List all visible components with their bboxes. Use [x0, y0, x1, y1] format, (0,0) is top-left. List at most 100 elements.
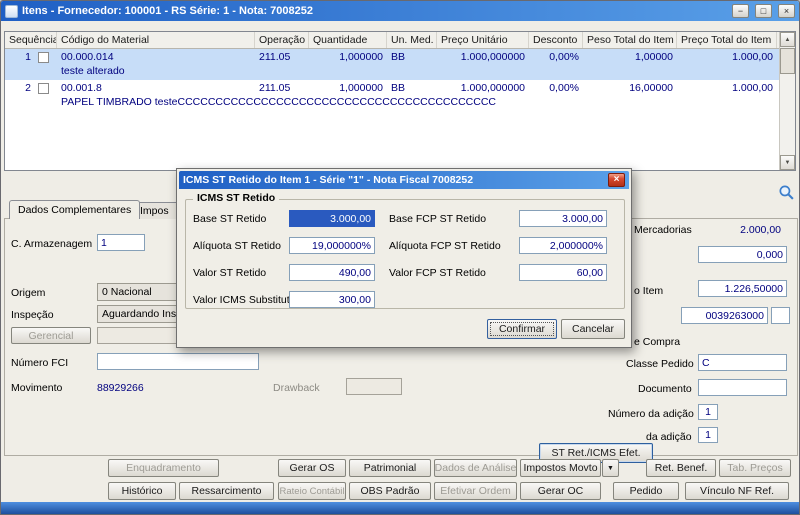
aliquota-fcp-st-retido-input[interactable]: 2,000000% [519, 237, 607, 254]
movimento-label: Movimento [11, 382, 63, 394]
gerar-oc-button[interactable]: Gerar OC [520, 482, 601, 500]
dialog-title: ICMS ST Retido do Item 1 - Série "1" - N… [183, 174, 474, 186]
maximize-button[interactable]: □ [755, 4, 772, 18]
drawback-label: Drawback [273, 382, 320, 394]
column-header-preco-unitario[interactable]: Preço Unitário [437, 32, 529, 48]
column-header-quantidade[interactable]: Quantidade [309, 32, 387, 48]
window-titlebar[interactable]: Itens - Fornecedor: 100001 - RS Série: 1… [1, 1, 799, 21]
maximize-icon: □ [760, 5, 767, 16]
close-button[interactable]: × [778, 4, 795, 18]
inspecao-label: Inspeção [11, 309, 54, 321]
cell-codigo: 00.001.8 [61, 82, 102, 94]
rateio-contabil-button: Rateio Contábil [278, 482, 346, 500]
movimento-value: 88929266 [97, 382, 144, 394]
cell-desconto: 0,00% [549, 82, 579, 94]
cell-quantidade: 1,000000 [339, 82, 383, 94]
mercadorias-value: 2.000,00 [740, 224, 781, 236]
cell-descricao: PAPEL TIMBRADO testeCCCCCCCCCCCCCCCCCCCC… [61, 96, 496, 108]
impostos-movto-dropdown-button[interactable]: ▼ [602, 459, 619, 477]
cell-preco-total: 1.000,00 [732, 51, 773, 63]
base-fcp-st-retido-input[interactable]: 3.000,00 [519, 210, 607, 227]
documento-label: Documento [638, 383, 692, 395]
grid-scrollbar[interactable]: ▲ ▼ [779, 32, 795, 170]
confirmar-button[interactable]: Confirmar [487, 319, 557, 339]
valor-icms-substituto-input[interactable]: 300,00 [289, 291, 375, 308]
codigo-sufixo-input[interactable] [771, 307, 790, 324]
dados-de-analise-button: Dados de Análise [434, 459, 517, 477]
dialog-close-icon: × [613, 174, 620, 185]
numero-adicao-input[interactable]: 1 [698, 404, 718, 420]
cell-preco-unitario: 1.000,000000 [460, 82, 525, 94]
aliquota-fcp-st-retido-label: Alíquota FCP ST Retido [389, 240, 501, 252]
column-header-peso-total[interactable]: Peso Total do Item [583, 32, 677, 48]
cell-operacao: 211.05 [259, 82, 291, 94]
zoom-icon[interactable] [778, 184, 795, 201]
tab-dados-complementares[interactable]: Dados Complementares [9, 200, 141, 219]
valor-fcp-st-retido-label: Valor FCP ST Retido [389, 267, 486, 279]
icms-st-retido-dialog: ICMS ST Retido do Item 1 - Série "1" - N… [176, 168, 632, 348]
base-fcp-st-retido-label: Base FCP ST Retido [389, 213, 487, 225]
patrimonial-button[interactable]: Patrimonial [349, 459, 431, 477]
documento-input[interactable] [698, 379, 787, 396]
column-header-unmed[interactable]: Un. Med. [387, 32, 437, 48]
ressarcimento-button[interactable]: Ressarcimento [179, 482, 274, 500]
numero-fci-input[interactable] [97, 353, 259, 370]
cell-peso-total: 1,00000 [635, 51, 673, 63]
seq-adicao-input[interactable]: 1 [698, 427, 718, 443]
dialog-close-button[interactable]: × [608, 173, 625, 187]
minimize-button[interactable]: − [732, 4, 749, 18]
minimize-icon: − [737, 5, 744, 16]
tab-precos-button: Tab. Preços [719, 459, 791, 477]
cancelar-button[interactable]: Cancelar [561, 319, 625, 339]
numero-fci-label: Número FCI [11, 357, 69, 369]
column-header-sequencia[interactable]: Sequência [5, 32, 57, 48]
scrollbar-thumb[interactable] [780, 48, 795, 74]
scroll-up-button[interactable]: ▲ [780, 32, 795, 47]
valor-st-retido-input[interactable]: 490,00 [289, 264, 375, 281]
column-header-preco-total[interactable]: Preço Total do Item [677, 32, 777, 48]
items-grid: Sequência Código do Material Operação Qu… [4, 31, 796, 171]
cell-codigo: 00.000.014 [61, 51, 114, 63]
table-row[interactable]: 1 00.000.014 211.05 1,000000 BB 1.000,00… [5, 49, 779, 80]
cell-desconto: 0,00% [549, 51, 579, 63]
historico-button[interactable]: Histórico [108, 482, 176, 500]
classe-pedido-label: Classe Pedido [626, 358, 694, 370]
armazenagem-input[interactable]: 1 [97, 234, 145, 251]
scroll-down-icon: ▼ [784, 159, 791, 166]
item-input[interactable]: 1.226,50000 [698, 280, 787, 297]
dialog-titlebar[interactable]: ICMS ST Retido do Item 1 - Série "1" - N… [179, 171, 629, 189]
row-checkbox[interactable] [38, 82, 49, 94]
valor-fcp-st-retido-input[interactable]: 60,00 [519, 264, 607, 281]
origem-label: Origem [11, 287, 46, 299]
row-checkbox[interactable] [38, 51, 49, 63]
grid-body: Sequência Código do Material Operação Qu… [5, 32, 779, 170]
window-title: Itens - Fornecedor: 100001 - RS Série: 1… [22, 5, 314, 17]
classe-pedido-input[interactable]: C [698, 354, 787, 371]
valor2-input[interactable]: 0,000 [698, 246, 787, 263]
codigo-input[interactable]: 0039263000 [681, 307, 768, 324]
cell-operacao: 211.05 [259, 51, 291, 63]
app-window: Itens - Fornecedor: 100001 - RS Série: 1… [0, 0, 800, 515]
column-header-operacao[interactable]: Operação [255, 32, 309, 48]
ret-benef-button[interactable]: Ret. Benef. [646, 459, 716, 477]
column-header-codigo[interactable]: Código do Material [57, 32, 255, 48]
table-row[interactable]: 2 00.001.8 211.05 1,000000 BB 1.000,0000… [5, 80, 779, 111]
drawback-input [346, 378, 402, 395]
base-st-retido-label: Base ST Retido [193, 213, 267, 225]
compra-label: e Compra [634, 336, 681, 348]
base-st-retido-input[interactable]: 3.000,00 [289, 210, 375, 227]
pedido-button[interactable]: Pedido [613, 482, 679, 500]
armazenagem-label: C. Armazenagem [11, 238, 93, 250]
obs-padrao-button[interactable]: OBS Padrão [349, 482, 431, 500]
column-header-desconto[interactable]: Desconto [529, 32, 583, 48]
gerencial-button: Gerencial [11, 327, 91, 344]
item-label: o Item [634, 285, 664, 297]
groupbox-title: ICMS ST Retido [193, 192, 280, 204]
impostos-movto-button[interactable]: Impostos Movto [520, 459, 601, 477]
gerar-os-button[interactable]: Gerar OS [278, 459, 346, 477]
vinculo-nf-ref-button[interactable]: Vínculo NF Ref. [685, 482, 789, 500]
status-bar [1, 502, 799, 514]
scroll-down-button[interactable]: ▼ [780, 155, 795, 170]
aliquota-st-retido-input[interactable]: 19,000000% [289, 237, 375, 254]
aliquota-st-retido-label: Alíquota ST Retido [193, 240, 281, 252]
